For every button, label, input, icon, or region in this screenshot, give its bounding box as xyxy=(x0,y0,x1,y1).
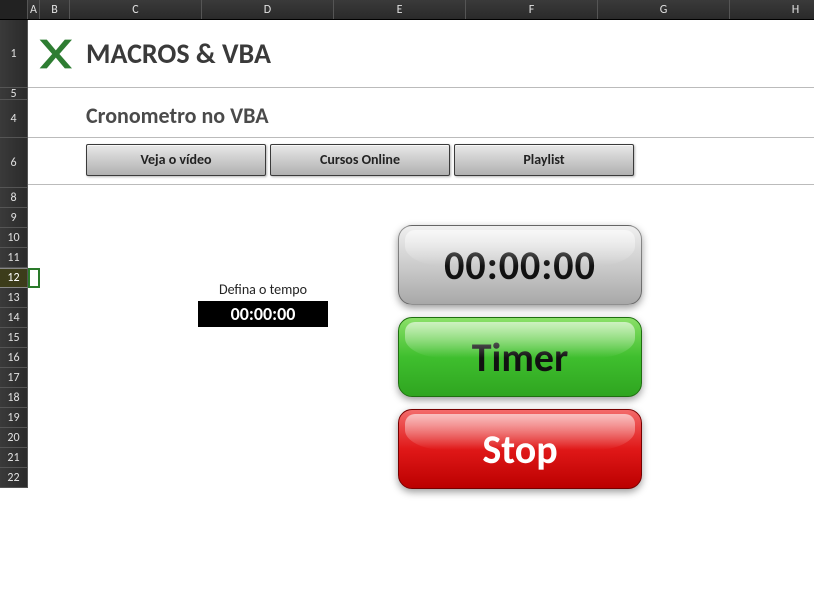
row-header-16[interactable]: 16 xyxy=(0,348,28,368)
column-header-g[interactable]: G xyxy=(598,0,730,19)
column-header-c[interactable]: C xyxy=(70,0,202,19)
column-header-a[interactable]: A xyxy=(28,0,40,19)
select-all-corner[interactable] xyxy=(0,0,28,19)
row-header-22[interactable]: 22 xyxy=(0,468,28,488)
timer-button-label: Timer xyxy=(472,333,569,382)
timer-display: 00:00:00 xyxy=(398,225,642,305)
timer-display-value: 00:00:00 xyxy=(444,241,596,290)
row-header-11[interactable]: 11 xyxy=(0,248,28,268)
row-header-6[interactable]: 6 xyxy=(0,138,28,188)
timer-stop-button[interactable]: Stop xyxy=(398,409,642,489)
column-header-d[interactable]: D xyxy=(202,0,334,19)
row-header-15[interactable]: 15 xyxy=(0,328,28,348)
excel-x-icon xyxy=(36,36,72,72)
row-headers: 15468910111213141516171819202122 xyxy=(0,20,28,488)
row-header-5[interactable]: 5 xyxy=(0,88,28,100)
timer-start-button[interactable]: Timer xyxy=(398,317,642,397)
row-header-18[interactable]: 18 xyxy=(0,388,28,408)
row-header-13[interactable]: 13 xyxy=(0,288,28,308)
divider xyxy=(28,137,814,138)
sheet-content: MACROS & VBA Cronometro no VBA Veja o ví… xyxy=(28,20,814,589)
brand-title: MACROS & VBA xyxy=(86,36,271,71)
cursos-online-button[interactable]: Cursos Online xyxy=(270,144,450,176)
row-header-21[interactable]: 21 xyxy=(0,448,28,468)
video-button[interactable]: Veja o vídeo xyxy=(86,144,266,176)
section-title: Cronometro no VBA xyxy=(28,88,814,137)
playlist-button[interactable]: Playlist xyxy=(454,144,634,176)
row-header-20[interactable]: 20 xyxy=(0,428,28,448)
row-header-4[interactable]: 4 xyxy=(0,100,28,138)
column-headers: ABCDEFGH xyxy=(0,0,814,20)
row-header-19[interactable]: 19 xyxy=(0,408,28,428)
divider xyxy=(28,184,814,185)
column-header-e[interactable]: E xyxy=(334,0,466,19)
button-bar: Veja o vídeo Cursos Online Playlist xyxy=(28,144,814,176)
timer-area: Defina o tempo 00:00:00 00:00:00 Timer S… xyxy=(28,225,814,545)
define-time-label: Defina o tempo xyxy=(198,281,328,298)
column-header-h[interactable]: H xyxy=(730,0,814,19)
define-time-input[interactable]: 00:00:00 xyxy=(198,301,328,327)
row-header-12[interactable]: 12 xyxy=(0,268,28,288)
column-header-f[interactable]: F xyxy=(466,0,598,19)
spreadsheet-window: ABCDEFGH 1546891011121314151617181920212… xyxy=(0,0,814,589)
row-header-8[interactable]: 8 xyxy=(0,188,28,208)
row-header-9[interactable]: 9 xyxy=(0,208,28,228)
row-header-1[interactable]: 1 xyxy=(0,20,28,88)
brand-row: MACROS & VBA xyxy=(28,20,814,88)
stop-button-label: Stop xyxy=(482,425,557,474)
row-header-10[interactable]: 10 xyxy=(0,228,28,248)
row-header-14[interactable]: 14 xyxy=(0,308,28,328)
column-header-b[interactable]: B xyxy=(40,0,70,19)
row-header-17[interactable]: 17 xyxy=(0,368,28,388)
